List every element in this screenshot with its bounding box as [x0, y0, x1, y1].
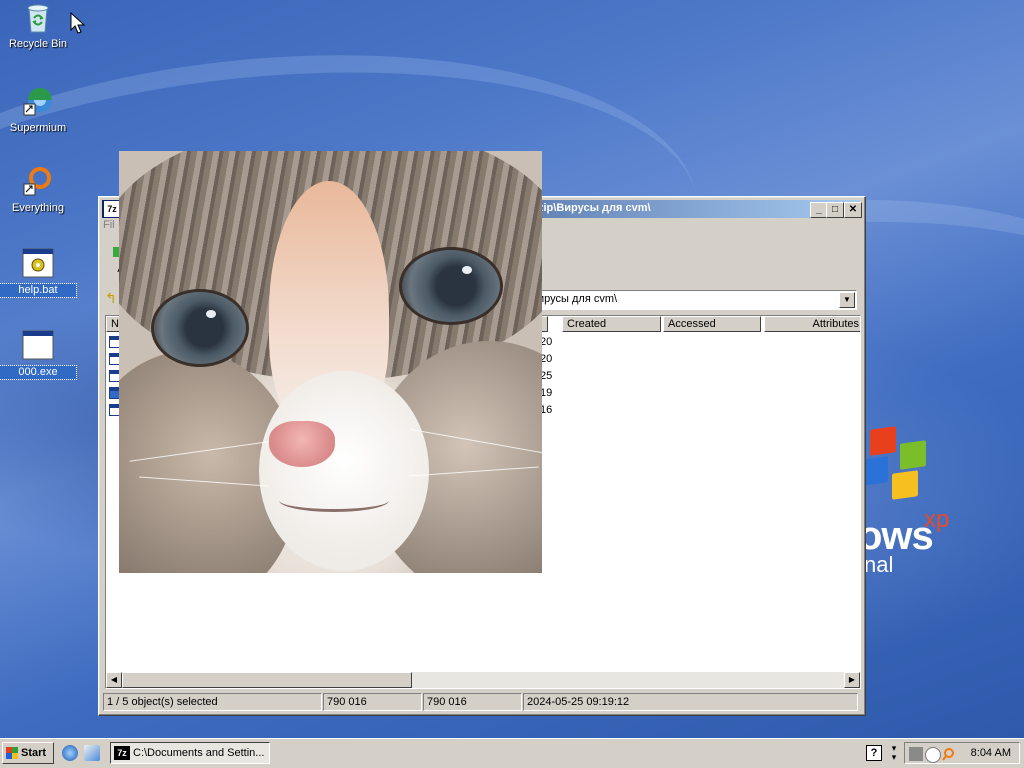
everything-search-icon[interactable] — [941, 747, 955, 761]
column-attributes[interactable]: Attributes — [764, 316, 860, 332]
status-size: 790 016 — [323, 693, 422, 711]
taskbar: Start 7z C:\Documents and Settin... ? ▾ ▾… — [0, 738, 1024, 768]
desktop-icon-000-exe[interactable]: 000.exe — [0, 330, 77, 380]
desktop-icon-help-bat[interactable]: help.bat — [0, 248, 77, 298]
scroll-thumb[interactable] — [122, 672, 412, 688]
volume-icon[interactable] — [925, 747, 941, 763]
internet-explorer-icon[interactable] — [62, 745, 78, 761]
cat-mouth — [279, 489, 389, 512]
desktop-icon-label: help.bat — [0, 283, 77, 298]
scroll-right-icon[interactable]: ▶ — [844, 672, 860, 688]
desktop-icon-label: 000.exe — [0, 365, 77, 380]
help-icon[interactable]: ? — [866, 745, 882, 761]
cat-photo-overlay — [119, 151, 542, 573]
start-label: Start — [21, 747, 47, 759]
7zip-app-icon: 7z — [104, 201, 120, 217]
show-desktop-icon[interactable] — [84, 745, 100, 761]
desktop-icon-recycle-bin[interactable]: Recycle Bin — [0, 2, 76, 51]
horizontal-scrollbar[interactable]: ◀ ▶ — [106, 672, 860, 688]
address-value: ирусы для cvm\ — [538, 293, 618, 305]
window-title: zip\Вирусы для cvm\ — [538, 202, 651, 214]
everything-search-icon — [22, 166, 54, 198]
system-tray: 8:04 AM — [904, 742, 1020, 764]
language-bar-icon[interactable]: ▾ ▾ — [888, 744, 900, 762]
windows-xp-logo: ows xp nal — [858, 424, 978, 584]
desktop-icon-label: Recycle Bin — [8, 38, 68, 50]
cat-eye — [151, 289, 249, 367]
desktop-icon-everything[interactable]: Everything — [0, 166, 76, 215]
menu-file[interactable]: Fil — [103, 219, 115, 231]
status-packed-size: 790 016 — [423, 693, 522, 711]
batch-file-gear-icon — [22, 248, 54, 280]
column-accessed[interactable]: Accessed — [663, 316, 761, 332]
status-bar: 1 / 5 object(s) selected 790 016 790 016… — [103, 693, 861, 711]
recycle-bin-icon — [22, 2, 54, 34]
close-button[interactable]: ✕ — [844, 202, 862, 218]
network-icon[interactable] — [909, 747, 923, 761]
mouse-cursor-icon — [70, 11, 88, 37]
windows-flag-icon — [6, 747, 18, 759]
desktop-icon-label: Supermium — [9, 122, 67, 134]
desktop-icon-supermium[interactable]: Supermium — [0, 86, 76, 135]
status-modified: 2024-05-25 09:19:12 — [523, 693, 858, 711]
7zip-app-icon: 7z — [114, 746, 130, 760]
cat-nose — [269, 421, 335, 467]
taskbar-button-7zip[interactable]: 7z C:\Documents and Settin... — [110, 742, 270, 764]
executable-window-icon — [22, 330, 54, 362]
cat-eye — [399, 247, 503, 325]
maximize-button[interactable]: □ — [826, 202, 844, 218]
start-button[interactable]: Start — [2, 742, 54, 764]
clock[interactable]: 8:04 AM — [971, 747, 1011, 759]
taskbar-button-label: C:\Documents and Settin... — [133, 747, 265, 759]
supermium-icon — [22, 86, 54, 118]
chevron-down-icon[interactable]: ▼ — [839, 292, 855, 308]
desktop-icon-label: Everything — [12, 202, 64, 214]
status-selection: 1 / 5 object(s) selected — [103, 693, 322, 711]
column-created[interactable]: Created — [562, 316, 661, 332]
scroll-left-icon[interactable]: ◀ — [106, 672, 122, 688]
